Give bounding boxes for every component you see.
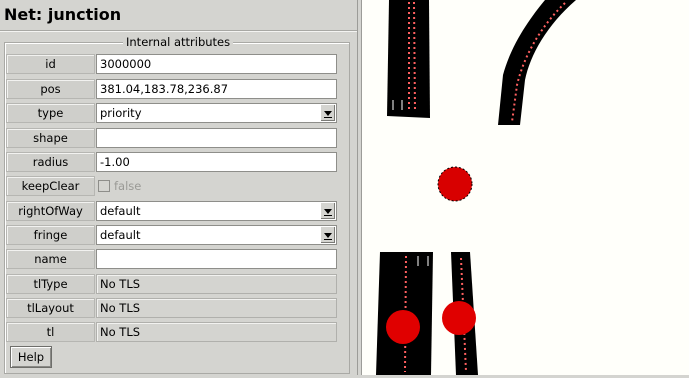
type-value: priority — [100, 106, 142, 120]
chevron-down-icon[interactable] — [320, 227, 335, 243]
road-edge[interactable] — [498, 0, 576, 125]
pos-field[interactable]: 381.04,183.78,236.87 — [96, 79, 337, 99]
tl-field: No TLS — [96, 322, 337, 342]
attr-tllayout-button[interactable]: tlLayout — [6, 298, 95, 318]
junction-node[interactable] — [437, 166, 473, 202]
keepclear-checkbox[interactable] — [98, 180, 110, 192]
id-field[interactable]: 3000000 — [96, 54, 337, 74]
fringe-value: default — [100, 228, 141, 242]
attr-shape-button[interactable]: shape — [6, 128, 95, 148]
title-divider — [0, 30, 357, 32]
chevron-down-icon[interactable] — [320, 203, 335, 219]
attr-radius-button[interactable]: radius — [6, 152, 95, 172]
attr-pos-button[interactable]: pos — [6, 79, 95, 99]
attr-keepclear-button[interactable]: keepClear — [6, 176, 95, 196]
help-button[interactable]: Help — [10, 346, 52, 368]
radius-field[interactable]: -1.00 — [96, 152, 337, 172]
name-field[interactable] — [96, 249, 337, 269]
tllayout-field: No TLS — [96, 298, 337, 318]
fringe-select[interactable]: default — [96, 225, 337, 245]
keepclear-value: false — [114, 179, 142, 193]
attributes-panel: Net: junction Internal attributes id 300… — [0, 0, 357, 375]
rightofway-select[interactable]: default — [96, 201, 337, 221]
panel-title: Net: junction — [4, 5, 122, 24]
type-select[interactable]: priority — [96, 103, 337, 123]
attr-tltype-button[interactable]: tlType — [6, 274, 95, 294]
attr-tl-button[interactable]: tl — [6, 322, 95, 342]
attr-fringe-button[interactable]: fringe — [6, 225, 95, 245]
attr-name-button[interactable]: name — [6, 249, 95, 269]
chevron-down-icon[interactable] — [320, 105, 335, 121]
junction-node[interactable] — [386, 310, 420, 344]
attr-id-button[interactable]: id — [6, 54, 95, 74]
network-canvas[interactable] — [362, 0, 689, 375]
attr-type-button[interactable]: type — [6, 103, 95, 123]
rightofway-value: default — [100, 204, 141, 218]
group-title: Internal attributes — [123, 35, 234, 49]
shape-field[interactable] — [96, 128, 337, 148]
attr-rightofway-button[interactable]: rightOfWay — [6, 201, 95, 221]
tltype-field: No TLS — [96, 274, 337, 294]
junction-node[interactable] — [442, 301, 476, 335]
